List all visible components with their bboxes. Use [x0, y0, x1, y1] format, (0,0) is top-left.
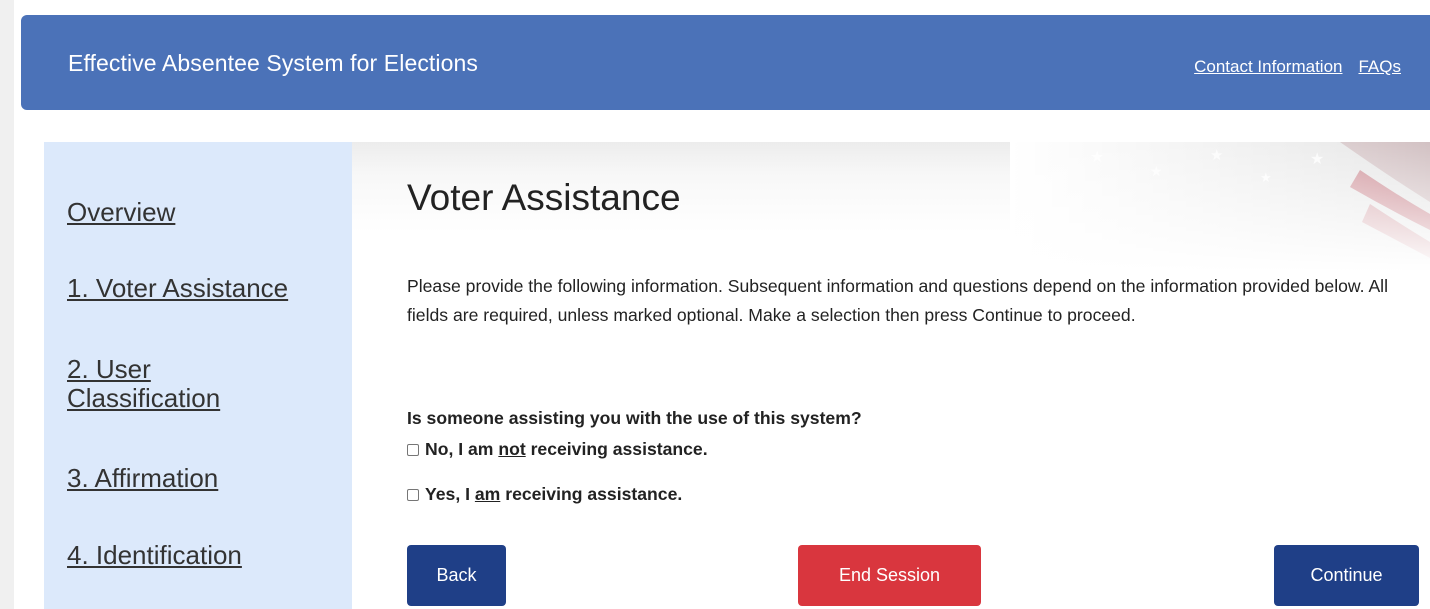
intro-text: Please provide the following information…	[407, 276, 1388, 325]
sidebar-item-overview[interactable]: Overview	[67, 198, 175, 227]
option-yes-text-before: Yes, I	[425, 484, 475, 504]
header-links: Contact Information FAQs	[1194, 57, 1401, 77]
option-no-assistance[interactable]: No, I am not receiving assistance.	[407, 439, 708, 460]
flag-watermark-icon: ★ ★ ★ ★ ★	[1010, 142, 1430, 272]
faqs-link[interactable]: FAQs	[1358, 57, 1401, 77]
sidebar-item-identification[interactable]: 4. Identification	[67, 541, 242, 570]
option-yes-emphasis: am	[474, 484, 501, 504]
assistance-question: Is someone assisting you with the use of…	[407, 408, 862, 428]
continue-button[interactable]: Continue	[1274, 545, 1419, 606]
main-content: ★ ★ ★ ★ ★ Voter Assistance Please provid…	[352, 142, 1430, 609]
yes-assistance-checkbox[interactable]	[407, 488, 419, 501]
sidebar-item-affirmation[interactable]: 3. Affirmation	[67, 464, 218, 493]
top-strip	[0, 0, 1430, 14]
site-header: Effective Absentee System for Elections …	[21, 15, 1430, 110]
option-no-text-before: No, I am	[425, 439, 499, 459]
contact-information-link[interactable]: Contact Information	[1194, 57, 1342, 77]
option-yes-assistance[interactable]: Yes, I am receiving assistance.	[407, 484, 682, 505]
end-session-button[interactable]: End Session	[798, 545, 981, 606]
page: Effective Absentee System for Elections …	[0, 0, 1430, 609]
site-title: Effective Absentee System for Elections	[68, 50, 479, 76]
option-yes-text-after: receiving assistance.	[500, 484, 683, 504]
back-button[interactable]: Back	[407, 545, 506, 606]
option-no-emphasis: not	[498, 439, 526, 459]
sidebar-item-voter-assistance[interactable]: 1. Voter Assistance	[67, 274, 288, 303]
sidebar-nav: Overview 1. Voter Assistance 2. User Cla…	[44, 142, 352, 609]
sidebar-item-user-classification[interactable]: 2. User Classification	[67, 355, 297, 413]
no-assistance-checkbox[interactable]	[407, 443, 419, 456]
page-title: Voter Assistance	[407, 177, 681, 218]
left-gutter	[0, 0, 14, 609]
option-no-text-after: receiving assistance.	[525, 439, 708, 459]
